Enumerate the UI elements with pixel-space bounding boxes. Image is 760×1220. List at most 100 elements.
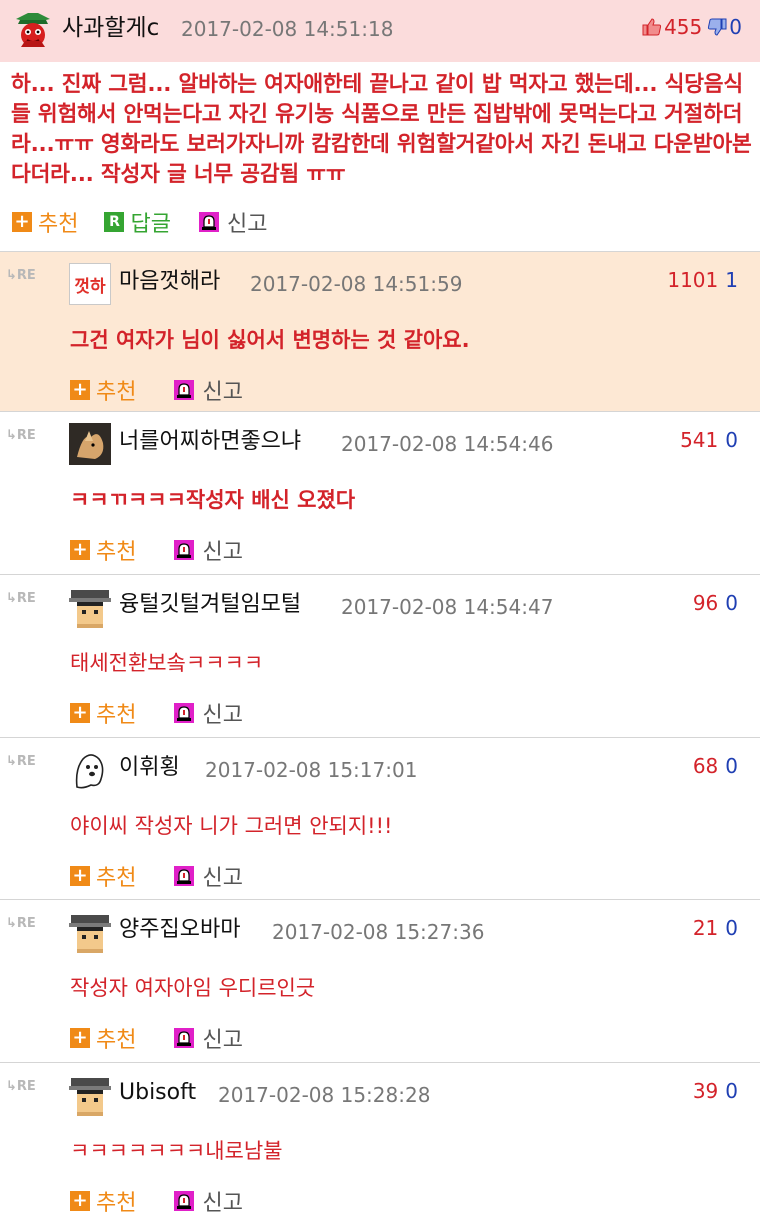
main-post-date: 2017-02-08 14:51:18 xyxy=(181,17,394,41)
re-label: RE xyxy=(16,268,36,283)
main-post-header: 사과할게c 2017-02-08 14:51:18 455 0 xyxy=(0,0,760,62)
re-label: RE xyxy=(16,1079,36,1094)
comment-actions: + 추천 신고 xyxy=(70,1185,279,1217)
re-label: RE xyxy=(16,916,36,931)
comment-date: 2017-02-08 14:51:59 xyxy=(250,272,463,296)
comment-body: 야이씨 작성자 니가 그러면 안되지!!! xyxy=(70,814,393,838)
siren-icon xyxy=(174,1028,195,1048)
comment-body: ㅋㅋㅋㅋㅋㅋㅋ내로남불 xyxy=(70,1139,283,1163)
comment-upvote-count[interactable]: 68 xyxy=(693,754,718,778)
recommend-button[interactable]: + 추천 xyxy=(12,206,78,238)
report-button[interactable]: 신고 xyxy=(172,1022,243,1054)
avatar[interactable] xyxy=(69,586,111,628)
main-post-body: 하... 진짜 그럼... 알바하는 여자애한테 끝나고 같이 밥 먹자고 했는… xyxy=(11,72,752,187)
re-arrow-icon: ↳RE xyxy=(6,1079,36,1094)
re-label: RE xyxy=(16,428,36,443)
avatar[interactable] xyxy=(69,1074,111,1116)
report-label: 신고 xyxy=(226,212,268,237)
avatar-caption: 껏하 xyxy=(74,277,106,297)
plus-icon: + xyxy=(70,380,90,400)
recommend-label: 추천 xyxy=(96,1028,137,1053)
comment-votes: 541 0 xyxy=(680,425,738,455)
recommend-button[interactable]: + 추천 xyxy=(70,1022,136,1054)
comment-actions: + 추천 신고 xyxy=(70,1022,279,1054)
report-button[interactable]: 신고 xyxy=(172,697,243,729)
recommend-label: 추천 xyxy=(96,866,137,891)
comment-votes: 1101 1 xyxy=(667,265,738,295)
avatar[interactable]: 껏하 xyxy=(69,263,111,305)
comment-date: 2017-02-08 14:54:46 xyxy=(341,432,554,456)
comment-nickname[interactable]: 너를어찌하면좋으냐 xyxy=(119,427,301,457)
reply-icon: R xyxy=(104,212,125,232)
comment-date: 2017-02-08 15:27:36 xyxy=(272,920,485,944)
comment-nickname[interactable]: 마음껏해라 xyxy=(119,267,220,297)
plus-icon: + xyxy=(70,866,90,886)
comment-upvote-count[interactable]: 21 xyxy=(693,916,718,940)
comment-upvote-count[interactable]: 39 xyxy=(693,1079,718,1103)
comment-downvote-count[interactable]: 0 xyxy=(725,591,738,615)
comment-nickname[interactable]: 이휘횡 xyxy=(119,753,180,783)
plus-icon: + xyxy=(70,703,90,723)
report-label: 신고 xyxy=(202,1191,243,1216)
comment-upvote-count[interactable]: 96 xyxy=(693,591,718,615)
comment-upvote-count[interactable]: 541 xyxy=(680,428,718,452)
comment-downvote-count[interactable]: 1 xyxy=(725,268,738,292)
comment-body: ㅋㅋㄲㅋㅋㅋ작성자 배신 오졌다 xyxy=(70,488,356,512)
main-post-nickname[interactable]: 사과할게c xyxy=(62,12,159,44)
main-upvote-count: 455 xyxy=(664,15,703,39)
comment-item: ↳RE Ubisoft 2017-02-08 15:28:28 39 0 ㅋㅋㅋㅋ… xyxy=(0,1062,760,1220)
comment-downvote-count[interactable]: 0 xyxy=(725,754,738,778)
comment-nickname[interactable]: 융털깃털겨털임모털 xyxy=(119,590,301,620)
siren-icon xyxy=(198,212,219,232)
red-devil-avatar[interactable] xyxy=(12,9,54,51)
recommend-button[interactable]: + 추천 xyxy=(70,534,136,566)
recommend-button[interactable]: + 추천 xyxy=(70,1185,136,1217)
report-button[interactable]: 신고 xyxy=(172,860,243,892)
recommend-button[interactable]: + 추천 xyxy=(70,860,136,892)
comment-actions: + 추천 신고 xyxy=(70,374,279,406)
comment-actions: + 추천 신고 xyxy=(70,860,279,892)
thumbs-down-icon[interactable] xyxy=(707,17,727,37)
recommend-button[interactable]: + 추천 xyxy=(70,374,136,406)
comment-downvote-count[interactable]: 0 xyxy=(725,1079,738,1103)
siren-icon xyxy=(174,1191,195,1211)
re-arrow-icon: ↳RE xyxy=(6,268,36,283)
plus-icon: + xyxy=(70,540,90,560)
recommend-label: 추천 xyxy=(96,380,137,405)
comment-votes: 68 0 xyxy=(693,751,738,781)
avatar[interactable] xyxy=(69,749,111,791)
report-button[interactable]: 신고 xyxy=(197,206,267,238)
avatar[interactable] xyxy=(69,423,111,465)
comment-item: ↳RE 융털깃털겨털임모털 2017-02-08 14:54:47 96 0 태세… xyxy=(0,574,760,738)
report-button[interactable]: 신고 xyxy=(172,1185,243,1217)
comment-downvote-count[interactable]: 0 xyxy=(725,428,738,452)
comment-downvote-count[interactable]: 0 xyxy=(725,916,738,940)
main-post-actions: + 추천 R 답글 신고 xyxy=(12,205,293,239)
report-button[interactable]: 신고 xyxy=(172,534,243,566)
thumbs-up-icon[interactable] xyxy=(642,17,662,37)
comment-nickname[interactable]: Ubisoft xyxy=(119,1078,196,1108)
siren-icon xyxy=(174,866,195,886)
comment-item: ↳RE 너를어찌하면좋으냐 2017-02-08 14:54:46 541 0 ㅋ… xyxy=(0,411,760,575)
report-button[interactable]: 신고 xyxy=(172,374,243,406)
siren-icon xyxy=(174,703,195,723)
recommend-button[interactable]: + 추천 xyxy=(70,697,136,729)
comment-date: 2017-02-08 15:17:01 xyxy=(205,758,418,782)
avatar[interactable] xyxy=(69,911,111,953)
comment-item: ↳RE 이휘횡 2017-02-08 15:17:01 68 0 야이씨 작성자 … xyxy=(0,737,760,900)
report-label: 신고 xyxy=(202,540,243,565)
re-arrow-icon: ↳RE xyxy=(6,591,36,606)
main-downvote-count: 0 xyxy=(729,15,742,39)
report-label: 신고 xyxy=(202,1028,243,1053)
recommend-label: 추천 xyxy=(96,1191,137,1216)
plus-icon: + xyxy=(70,1028,90,1048)
comment-upvote-count[interactable]: 1101 xyxy=(667,268,718,292)
comment-date: 2017-02-08 14:54:47 xyxy=(341,595,554,619)
comment-actions: + 추천 신고 xyxy=(70,534,279,566)
report-label: 신고 xyxy=(202,380,243,405)
comment-actions: + 추천 신고 xyxy=(70,697,279,729)
re-arrow-icon: ↳RE xyxy=(6,754,36,769)
comment-nickname[interactable]: 양주집오바마 xyxy=(119,915,240,945)
comment-date: 2017-02-08 15:28:28 xyxy=(218,1083,431,1107)
reply-button[interactable]: R 답글 xyxy=(104,206,171,238)
